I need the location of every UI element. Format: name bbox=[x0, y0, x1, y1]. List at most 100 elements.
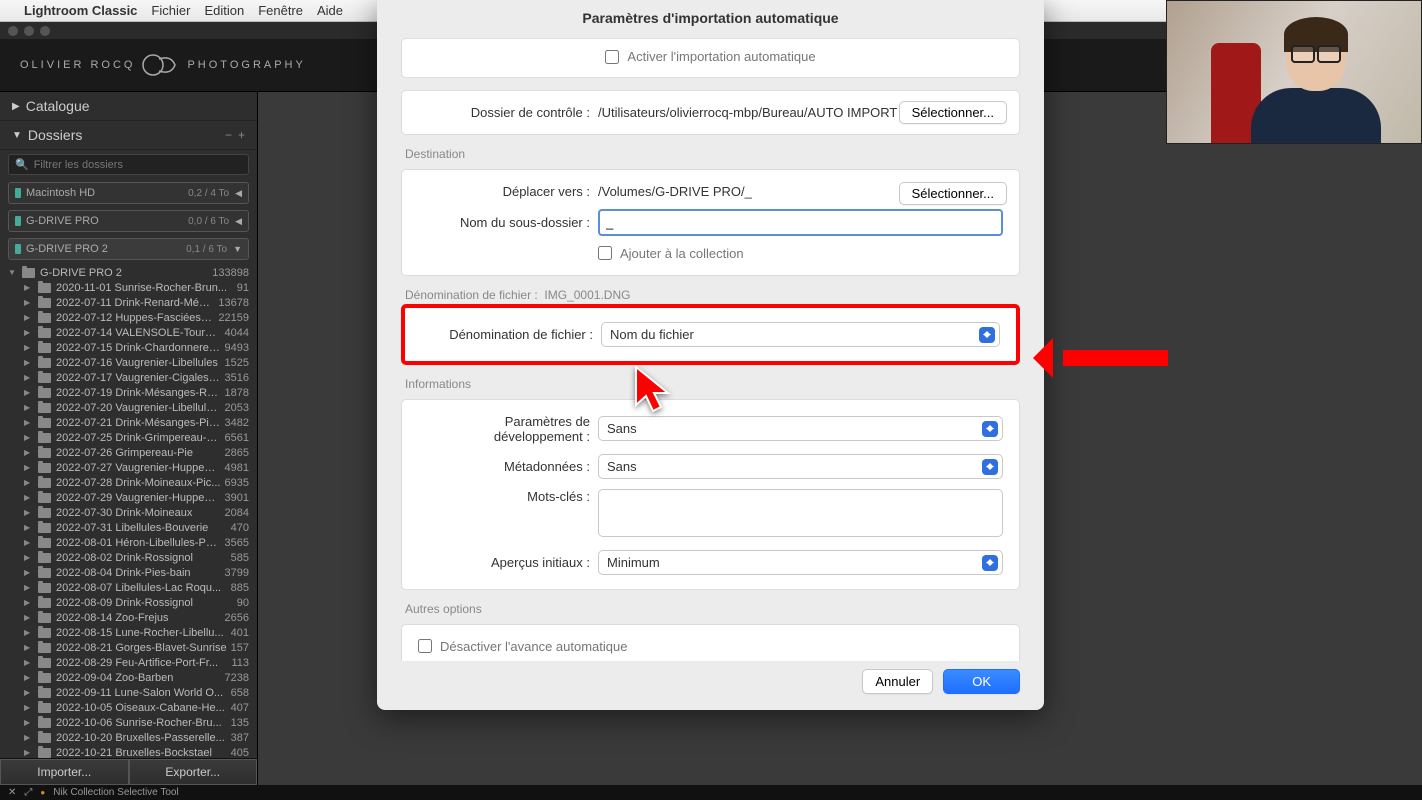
close-icon[interactable]: ✕ bbox=[8, 787, 16, 798]
folder-row[interactable]: ▶2022-08-02 Drink-Rossignol585 bbox=[0, 550, 257, 565]
folder-row[interactable]: ▶2022-07-28 Drink-Moineaux-Pic...6935 bbox=[0, 475, 257, 490]
add-collection-checkbox[interactable]: Ajouter à la collection bbox=[598, 246, 744, 261]
folder-name: 2022-07-17 Vaugrenier-Cigales-... bbox=[56, 372, 221, 384]
add-collection-label: Ajouter à la collection bbox=[620, 246, 744, 261]
expand-icon[interactable]: ⤢ bbox=[24, 787, 32, 798]
enable-checkbox-input[interactable] bbox=[605, 50, 619, 64]
drive-macintosh[interactable]: Macintosh HD0,2 / 4 To◀ bbox=[8, 182, 249, 204]
folder-count: 6561 bbox=[225, 432, 249, 444]
folder-icon bbox=[38, 388, 51, 398]
close-dot[interactable] bbox=[8, 26, 18, 36]
enable-section: Activer l'importation automatique bbox=[401, 38, 1020, 78]
folder-row[interactable]: ▶2022-08-04 Drink-Pies-bain3799 bbox=[0, 565, 257, 580]
cancel-button[interactable]: Annuler bbox=[862, 669, 933, 694]
menubar-fichier[interactable]: Fichier bbox=[151, 3, 190, 18]
minus-icon[interactable]: − bbox=[225, 128, 232, 142]
add-collection-input[interactable] bbox=[598, 246, 612, 260]
folder-row[interactable]: ▶2022-07-30 Drink-Moineaux2084 bbox=[0, 505, 257, 520]
folder-row[interactable]: ▶2022-07-12 Huppes-Fasciées-Cig...22159 bbox=[0, 310, 257, 325]
folder-row[interactable]: ▶2020-11-01 Sunrise-Rocher-Brun...91 bbox=[0, 280, 257, 295]
folder-count: 4044 bbox=[225, 327, 249, 339]
folder-row[interactable]: ▶2022-07-21 Drink-Mésanges-Pic...3482 bbox=[0, 415, 257, 430]
folder-count: 7238 bbox=[225, 672, 249, 684]
folder-name: 2022-07-15 Drink-Chardonneret... bbox=[56, 342, 221, 354]
folder-row[interactable]: ▶2022-08-14 Zoo-Frejus2656 bbox=[0, 610, 257, 625]
drive-name: Macintosh HD bbox=[26, 187, 95, 199]
menubar-app[interactable]: Lightroom Classic bbox=[24, 3, 137, 18]
folder-row[interactable]: ▶2022-07-15 Drink-Chardonneret...9493 bbox=[0, 340, 257, 355]
folder-row[interactable]: ▶2022-10-21 Bruxelles-Bockstael405 bbox=[0, 745, 257, 758]
folder-row[interactable]: ▶2022-07-20 Vaugrenier-Libellule...2053 bbox=[0, 400, 257, 415]
folder-row[interactable]: ▶2022-07-11 Drink-Renard-Mésan...13678 bbox=[0, 295, 257, 310]
folder-row[interactable]: ▶2022-08-21 Gorges-Blavet-Sunrise157 bbox=[0, 640, 257, 655]
folder-icon bbox=[38, 598, 51, 608]
folder-count: 2053 bbox=[225, 402, 249, 414]
folder-row[interactable]: ▶2022-07-16 Vaugrenier-Libellules1525 bbox=[0, 355, 257, 370]
folder-count: 135 bbox=[231, 717, 249, 729]
destination-title: Destination bbox=[405, 147, 1020, 161]
plus-icon[interactable]: + bbox=[238, 128, 245, 142]
folder-name: 2022-08-01 Héron-Libellules-Pa... bbox=[56, 537, 221, 549]
folder-row[interactable]: ▶2022-07-25 Drink-Grimpereau-P...6561 bbox=[0, 430, 257, 445]
dev-dropdown[interactable]: Sans bbox=[598, 416, 1003, 441]
folder-root[interactable]: ▼G-DRIVE PRO 2133898 bbox=[0, 265, 257, 280]
folder-row[interactable]: ▶2022-08-01 Héron-Libellules-Pa...3565 bbox=[0, 535, 257, 550]
folder-row[interactable]: ▶2022-07-29 Vaugrenier-Huppes-...3901 bbox=[0, 490, 257, 505]
folder-tree[interactable]: ▼G-DRIVE PRO 2133898 ▶2020-11-01 Sunrise… bbox=[0, 265, 257, 758]
disable-auto-input[interactable] bbox=[418, 639, 432, 653]
folder-count: 91 bbox=[237, 282, 249, 294]
folder-row[interactable]: ▶2022-08-15 Lune-Rocher-Libellu...401 bbox=[0, 625, 257, 640]
folder-name: 2022-07-31 Libellules-Bouverie bbox=[56, 522, 227, 534]
disable-auto-checkbox[interactable]: Désactiver l'avance automatique bbox=[418, 639, 627, 654]
folder-icon bbox=[38, 478, 51, 488]
keywords-input[interactable] bbox=[598, 489, 1003, 537]
folder-icon bbox=[38, 568, 51, 578]
watch-select-button[interactable]: Sélectionner... bbox=[899, 101, 1007, 124]
move-select-button[interactable]: Sélectionner... bbox=[899, 182, 1007, 205]
panel-dossiers[interactable]: ▼Dossiers −+ bbox=[0, 121, 257, 150]
folder-icon bbox=[38, 298, 51, 308]
folder-row[interactable]: ▶2022-09-11 Lune-Salon World O...658 bbox=[0, 685, 257, 700]
folder-count: 658 bbox=[231, 687, 249, 699]
folder-row[interactable]: ▶2022-08-07 Libellules-Lac Roqu...885 bbox=[0, 580, 257, 595]
folder-name: 2022-08-02 Drink-Rossignol bbox=[56, 552, 227, 564]
menubar-aide[interactable]: Aide bbox=[317, 3, 343, 18]
panel-catalogue[interactable]: ▶Catalogue bbox=[0, 92, 257, 121]
folder-row[interactable]: ▶2022-10-06 Sunrise-Rocher-Bru...135 bbox=[0, 715, 257, 730]
folder-count: 2865 bbox=[225, 447, 249, 459]
folder-icon bbox=[38, 718, 51, 728]
folder-row[interactable]: ▶2022-10-05 Oiseaux-Cabane-He...407 bbox=[0, 700, 257, 715]
folder-row[interactable]: ▶2022-07-31 Libellules-Bouverie470 bbox=[0, 520, 257, 535]
folder-icon bbox=[38, 508, 51, 518]
ok-button[interactable]: OK bbox=[943, 669, 1020, 694]
folder-row[interactable]: ▶2022-07-19 Drink-Mésanges-Ro...1878 bbox=[0, 385, 257, 400]
folder-filter[interactable]: 🔍 Filtrer les dossiers bbox=[8, 154, 249, 175]
folder-row[interactable]: ▶2022-08-09 Drink-Rossignol90 bbox=[0, 595, 257, 610]
folder-row[interactable]: ▶2022-10-20 Bruxelles-Passerelle...387 bbox=[0, 730, 257, 745]
minimize-dot[interactable] bbox=[24, 26, 34, 36]
chevron-updown-icon bbox=[982, 459, 998, 475]
folder-row[interactable]: ▶2022-07-26 Grimpereau-Pie2865 bbox=[0, 445, 257, 460]
previews-dropdown[interactable]: Minimum bbox=[598, 550, 1003, 575]
menubar-fenetre[interactable]: Fenêtre bbox=[258, 3, 303, 18]
folder-row[interactable]: ▶2022-08-29 Feu-Artifice-Port-Fr...113 bbox=[0, 655, 257, 670]
enable-checkbox[interactable]: Activer l'importation automatique bbox=[605, 49, 815, 64]
folder-icon bbox=[38, 628, 51, 638]
drive-gdrive2[interactable]: G-DRIVE PRO 20,1 / 6 To▼ bbox=[8, 238, 249, 260]
drive-gdrive[interactable]: G-DRIVE PRO0,0 / 6 To◀ bbox=[8, 210, 249, 232]
folder-row[interactable]: ▶2022-07-14 VALENSOLE-Tourne...4044 bbox=[0, 325, 257, 340]
zoom-dot[interactable] bbox=[40, 26, 50, 36]
folder-icon bbox=[38, 673, 51, 683]
subfolder-input[interactable] bbox=[598, 209, 1003, 236]
export-button[interactable]: Exporter... bbox=[129, 759, 258, 785]
folder-row[interactable]: ▶2022-09-04 Zoo-Barben7238 bbox=[0, 670, 257, 685]
folder-row[interactable]: ▶2022-07-17 Vaugrenier-Cigales-...3516 bbox=[0, 370, 257, 385]
naming-dropdown[interactable]: Nom du fichier bbox=[601, 322, 1000, 347]
menubar-edition[interactable]: Edition bbox=[204, 3, 244, 18]
meta-dropdown[interactable]: Sans bbox=[598, 454, 1003, 479]
folder-name: 2022-10-20 Bruxelles-Passerelle... bbox=[56, 732, 227, 744]
nik-dot-icon: ● bbox=[40, 788, 45, 797]
folder-row[interactable]: ▶2022-07-27 Vaugrenier-Huppes-...4981 bbox=[0, 460, 257, 475]
import-button[interactable]: Importer... bbox=[0, 759, 129, 785]
folder-name: 2022-07-12 Huppes-Fasciées-Cig... bbox=[56, 312, 214, 324]
